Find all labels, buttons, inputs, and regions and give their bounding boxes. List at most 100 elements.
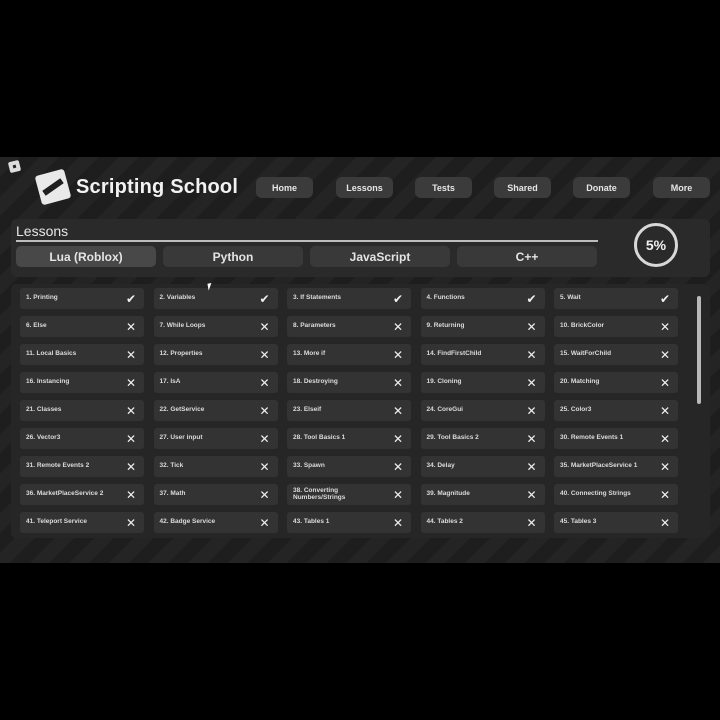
lesson-label: 27. User input xyxy=(159,434,203,442)
lesson-card[interactable]: 39. Magnitude ✕ xyxy=(420,484,545,505)
cross-icon: ✕ xyxy=(392,319,404,334)
lesson-card[interactable]: 44. Tables 2 ✕ xyxy=(420,512,545,533)
cross-icon: ✕ xyxy=(125,515,137,530)
lesson-card[interactable]: 7. While Loops ✕ xyxy=(153,316,278,337)
lesson-card[interactable]: 14. FindFirstChild ✕ xyxy=(420,344,545,365)
lesson-label: 10. BrickColor xyxy=(560,322,605,330)
lesson-card[interactable]: 4. Functions ✔ xyxy=(420,288,545,309)
cross-icon: ✕ xyxy=(259,375,270,390)
lesson-card[interactable]: 9. Returning ✕ xyxy=(420,316,545,337)
brand: Scripting School xyxy=(34,168,238,206)
lesson-card[interactable]: 2. Variables ✔ xyxy=(153,288,278,309)
nav-tests-button[interactable]: Tests xyxy=(415,177,472,198)
lesson-card[interactable]: 42. Badge Service ✕ xyxy=(153,512,278,533)
nav-home-button[interactable]: Home xyxy=(256,177,313,198)
nav-shared-button[interactable]: Shared xyxy=(494,177,551,198)
lesson-card[interactable]: 5. Wait ✔ xyxy=(554,288,678,309)
roblox-menu-icon[interactable] xyxy=(7,159,22,174)
lesson-card[interactable]: 16. Instancing ✕ xyxy=(20,372,144,393)
lesson-card[interactable]: 25. Color3 ✕ xyxy=(554,400,678,421)
lesson-card[interactable]: 19. Cloning ✕ xyxy=(420,372,545,393)
lesson-card[interactable]: 26. Vector3 ✕ xyxy=(20,428,144,449)
lesson-label: 44. Tables 2 xyxy=(426,518,463,526)
game-screen: Scripting School Home Lessons Tests Shar… xyxy=(0,157,720,563)
lesson-label: 11. Local Basics xyxy=(26,350,77,358)
lesson-card[interactable]: 37. Math ✕ xyxy=(153,484,278,505)
lesson-card[interactable]: 33. Spawn ✕ xyxy=(287,456,411,477)
cross-icon: ✕ xyxy=(526,487,537,502)
nav-donate-button[interactable]: Donate xyxy=(573,177,630,198)
tab-lua-roblox[interactable]: Lua (Roblox) xyxy=(16,246,156,267)
lesson-label: 8. Parameters xyxy=(293,322,336,330)
lessons-header-panel: Lessons Lua (Roblox) Python JavaScript C… xyxy=(11,219,710,277)
cross-icon: ✕ xyxy=(392,431,404,446)
lesson-card[interactable]: 36. MarketPlaceService 2 ✕ xyxy=(20,484,144,505)
lesson-label: 19. Cloning xyxy=(426,378,462,386)
nav-lessons-button[interactable]: Lessons xyxy=(336,177,393,198)
cross-icon: ✕ xyxy=(259,487,270,502)
checkmark-icon: ✔ xyxy=(526,291,537,306)
title-divider xyxy=(16,240,598,242)
lesson-card[interactable]: 45. Tables 3 ✕ xyxy=(554,512,678,533)
lesson-card[interactable]: 38. Converting Numbers/Strings ✕ xyxy=(287,484,411,505)
lesson-card[interactable]: 11. Local Basics ✕ xyxy=(20,344,144,365)
lesson-label: 17. IsA xyxy=(159,378,181,386)
cross-icon: ✕ xyxy=(125,347,137,362)
lesson-label: 5. Wait xyxy=(560,294,581,302)
lesson-card[interactable]: 1. Printing ✔ xyxy=(20,288,144,309)
mouse-cursor-icon xyxy=(207,282,217,291)
lesson-label: 31. Remote Events 2 xyxy=(26,462,90,470)
lesson-grid-scrollbar[interactable] xyxy=(697,296,701,404)
lesson-grid: 1. Printing ✔ 2. Variables ✔ 3. If Statement… xyxy=(11,284,710,538)
cross-icon: ✕ xyxy=(659,403,671,418)
lesson-label: 18. Destroying xyxy=(293,378,338,386)
lesson-card[interactable]: 28. Tool Basics 1 ✕ xyxy=(287,428,411,449)
lesson-card[interactable]: 3. If Statements ✔ xyxy=(287,288,411,309)
checkmark-icon: ✔ xyxy=(259,291,270,306)
lesson-card[interactable]: 43. Tables 1 ✕ xyxy=(287,512,411,533)
lesson-label: 15. WaitForChild xyxy=(560,350,612,358)
lesson-card[interactable]: 34. Delay ✕ xyxy=(420,456,545,477)
tab-python[interactable]: Python xyxy=(163,246,303,267)
lesson-card[interactable]: 24. CoreGui ✕ xyxy=(420,400,545,421)
lesson-card[interactable]: 6. Else ✕ xyxy=(20,316,144,337)
cross-icon: ✕ xyxy=(392,375,404,390)
lesson-card[interactable]: 18. Destroying ✕ xyxy=(287,372,411,393)
lesson-card[interactable]: 35. MarketPlaceService 1 ✕ xyxy=(554,456,678,477)
lesson-label: 20. Matching xyxy=(560,378,600,386)
lesson-card[interactable]: 30. Remote Events 1 ✕ xyxy=(554,428,678,449)
lesson-card[interactable]: 41. Teleport Service ✕ xyxy=(20,512,144,533)
cross-icon: ✕ xyxy=(659,459,671,474)
lesson-label: 9. Returning xyxy=(426,322,465,330)
lesson-label: 35. MarketPlaceService 1 xyxy=(560,462,638,470)
lesson-card[interactable]: 17. IsA ✕ xyxy=(153,372,278,393)
lesson-card[interactable]: 13. More if ✕ xyxy=(287,344,411,365)
lesson-label: 6. Else xyxy=(26,322,47,330)
tab-cpp[interactable]: C++ xyxy=(457,246,597,267)
cross-icon: ✕ xyxy=(125,319,137,334)
lesson-label: 45. Tables 3 xyxy=(560,518,597,526)
lesson-card[interactable]: 12. Properties ✕ xyxy=(153,344,278,365)
lesson-label: 22. GetService xyxy=(159,406,205,414)
cross-icon: ✕ xyxy=(125,459,137,474)
lesson-card[interactable]: 27. User input ✕ xyxy=(153,428,278,449)
checkmark-icon: ✔ xyxy=(392,291,404,306)
lesson-card[interactable]: 21. Classes ✕ xyxy=(20,400,144,421)
lesson-label: 25. Color3 xyxy=(560,406,592,414)
lesson-label: 32. Tick xyxy=(159,462,184,470)
tab-javascript[interactable]: JavaScript xyxy=(310,246,450,267)
lesson-card[interactable]: 32. Tick ✕ xyxy=(153,456,278,477)
cross-icon: ✕ xyxy=(659,515,671,530)
lesson-card[interactable]: 15. WaitForChild ✕ xyxy=(554,344,678,365)
lesson-card[interactable]: 29. Tool Basics 2 ✕ xyxy=(420,428,545,449)
lesson-card[interactable]: 20. Matching ✕ xyxy=(554,372,678,393)
lesson-card[interactable]: 23. Elseif ✕ xyxy=(287,400,411,421)
lesson-card[interactable]: 10. BrickColor ✕ xyxy=(554,316,678,337)
cross-icon: ✕ xyxy=(259,319,270,334)
nav-more-button[interactable]: More xyxy=(653,177,710,198)
lesson-card[interactable]: 31. Remote Events 2 ✕ xyxy=(20,456,144,477)
lesson-card[interactable]: 22. GetService ✕ xyxy=(153,400,278,421)
lesson-card[interactable]: 8. Parameters ✕ xyxy=(287,316,411,337)
lesson-label: 3. If Statements xyxy=(293,294,342,302)
lesson-card[interactable]: 40. Connecting Strings ✕ xyxy=(554,484,678,505)
